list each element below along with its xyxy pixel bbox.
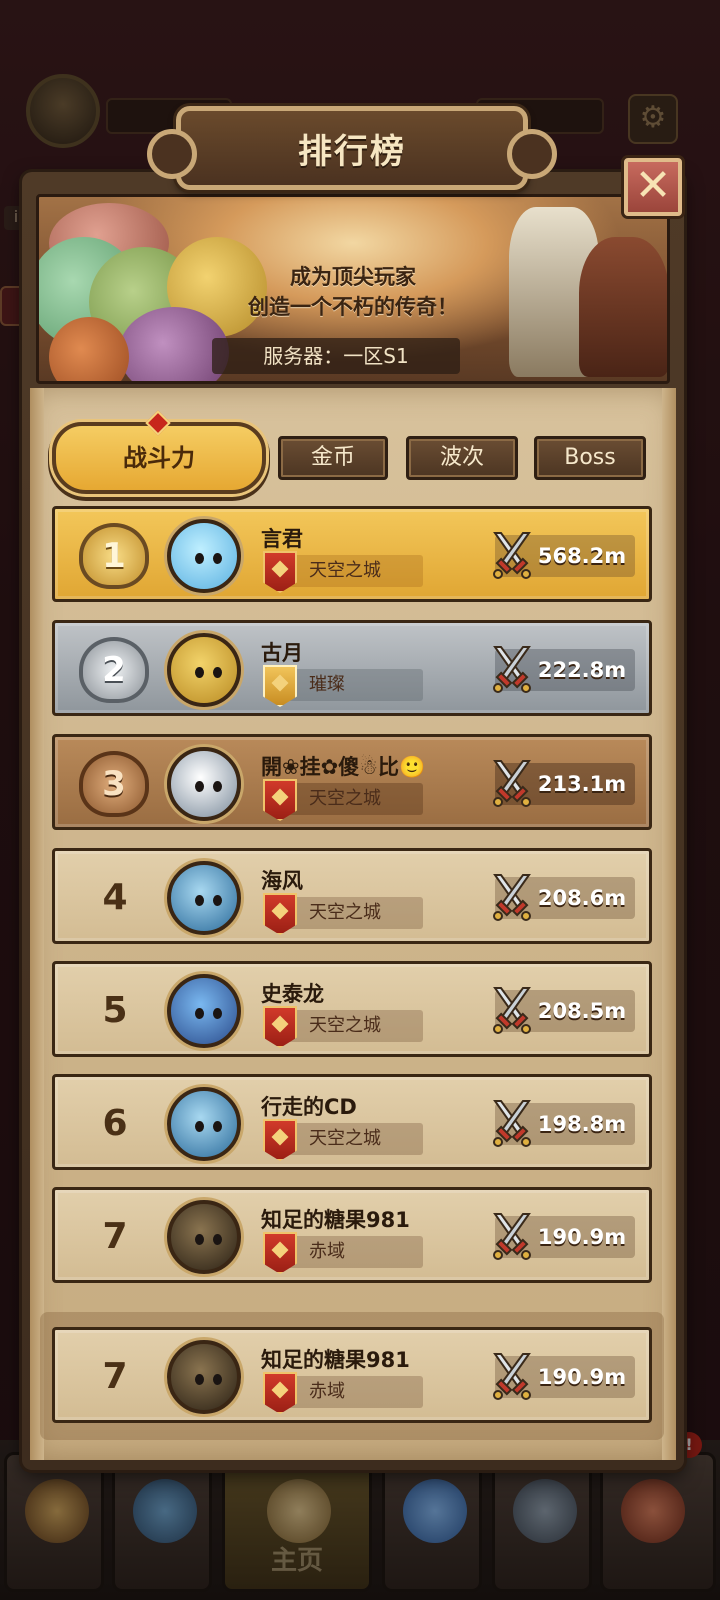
rank-medal-icon: 1 [79, 523, 149, 589]
player-avatar[interactable] [167, 1087, 241, 1161]
close-button[interactable]: ✕ [624, 158, 682, 216]
player-avatar[interactable] [167, 519, 241, 593]
title-plate: 排行榜 [147, 106, 557, 190]
power-value: 208.5m [537, 999, 627, 1023]
power-value: 198.8m [537, 1112, 627, 1136]
player-name: 言君 [261, 527, 303, 551]
ranking-row[interactable]: 2 古月璀璨 222.8m [52, 620, 652, 716]
guild-name: 天空之城 [281, 897, 423, 929]
avatar-eye [213, 1234, 222, 1245]
power-value: 222.8m [537, 658, 627, 682]
rank-number: 7 [102, 1356, 128, 1397]
rank-medal-icon: 2 [79, 637, 149, 703]
power-value: 208.6m [537, 886, 627, 910]
guild-name: 赤域 [281, 1236, 423, 1268]
ranking-row[interactable]: 3 開❀挂✿傻☃比🙂 天空之城 213.1m [52, 734, 652, 830]
player-name: 海风 [261, 869, 303, 893]
avatar-eye [195, 895, 204, 906]
ranking-row[interactable]: 5 史泰龙天空之城 208.5m [52, 961, 652, 1057]
avatar-eye [213, 895, 222, 906]
avatar-eye [195, 1374, 204, 1385]
page-title: 排行榜 [298, 131, 406, 172]
player-name: 開❀挂✿傻☃比🙂 [261, 755, 426, 779]
banner-line1: 成为顶尖玩家 [290, 265, 416, 289]
player-avatar[interactable] [167, 1200, 241, 1274]
avatar-eye [213, 553, 222, 564]
power-value: 190.9m [537, 1225, 627, 1249]
ranking-row[interactable]: 6 行走的CD 天空之城 198.8m [52, 1074, 652, 1170]
player-name: 史泰龙 [261, 982, 324, 1006]
power-value: 190.9m [537, 1365, 627, 1389]
rank-number: 6 [102, 1103, 128, 1144]
avatar-eye [195, 1121, 204, 1132]
player-name: 知足的糖果981 [261, 1348, 410, 1372]
my-rank-row[interactable]: 7 知足的糖果981 赤域 190.9m [52, 1327, 652, 1423]
player-name: 知足的糖果981 [261, 1208, 410, 1232]
banner-line2: 创造一个不朽的传奇！ [248, 295, 458, 319]
player-avatar[interactable] [167, 1340, 241, 1414]
avatar-eye [213, 667, 222, 678]
avatar-eye [213, 1121, 222, 1132]
power-value: 568.2m [537, 544, 627, 568]
player-name: 古月 [261, 641, 303, 665]
guild-name: 赤域 [281, 1376, 423, 1408]
avatar-eye [195, 781, 204, 792]
tab-boss[interactable]: Boss [534, 436, 646, 480]
avatar-eye [213, 1008, 222, 1019]
ranking-row[interactable]: 1 言君天空之城 568.2m [52, 506, 652, 602]
avatar-eye [195, 1008, 204, 1019]
player-name: 行走的CD [261, 1095, 357, 1119]
close-icon: ✕ [634, 160, 672, 211]
player-avatar[interactable] [167, 974, 241, 1048]
rank-medal-icon: 3 [79, 751, 149, 817]
server-label: 服务器：一区S1 [212, 338, 460, 374]
player-avatar[interactable] [167, 633, 241, 707]
tab-gold[interactable]: 金币 [278, 436, 388, 480]
guild-name: 天空之城 [281, 555, 423, 587]
avatar-eye [213, 1374, 222, 1385]
avatar-eye [195, 667, 204, 678]
power-value: 213.1m [537, 772, 627, 796]
tab-wave[interactable]: 波次 [406, 436, 518, 480]
rank-number: 7 [102, 1216, 128, 1257]
avatar-eye [195, 1234, 204, 1245]
guild-name: 天空之城 [281, 1123, 423, 1155]
player-avatar[interactable] [167, 747, 241, 821]
guild-name: 璀璨 [281, 669, 423, 701]
ranking-row[interactable]: 4 海风天空之城 208.6m [52, 848, 652, 944]
rank-number: 4 [102, 877, 128, 918]
player-avatar[interactable] [167, 861, 241, 935]
avatar-eye [213, 781, 222, 792]
guild-name: 天空之城 [281, 1010, 423, 1042]
avatar-eye [195, 553, 204, 564]
ranking-row[interactable]: 7 知足的糖果981 赤域 190.9m [52, 1187, 652, 1283]
guild-name: 天空之城 [281, 783, 423, 815]
rank-number: 5 [102, 990, 128, 1031]
